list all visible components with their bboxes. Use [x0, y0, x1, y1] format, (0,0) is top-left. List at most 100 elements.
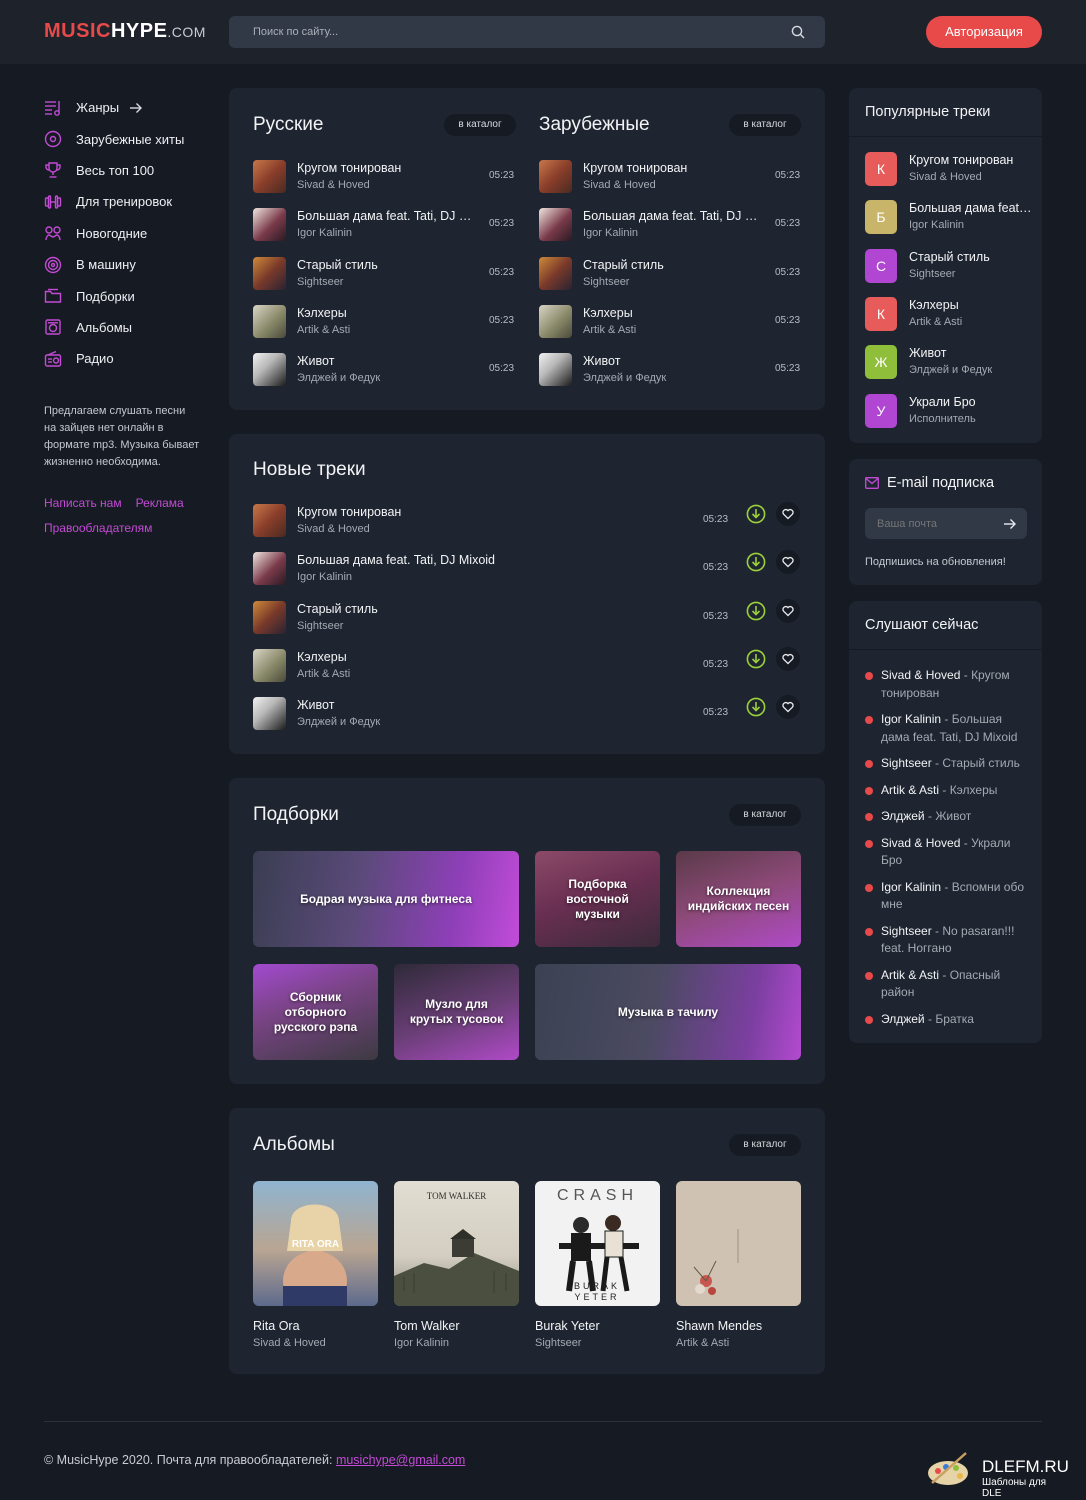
collection-tile-indian[interactable]: Коллекция индийских песен	[676, 851, 801, 947]
track-artist[interactable]: Sivad & Hoved	[297, 179, 370, 191]
popular-track-item[interactable]: К Кэлхеры Artik & Asti	[865, 296, 1033, 333]
search-input[interactable]	[229, 16, 825, 48]
listening-item[interactable]: Sightseer - No pasaran!!! feat. Ноггано	[865, 923, 1033, 958]
listening-item[interactable]: Artik & Asti - Кэлхеры	[865, 782, 1033, 800]
album-card[interactable]: BURAK YETER CRASH Burak Yeter Sightseer	[535, 1181, 660, 1349]
favorite-button[interactable]	[776, 695, 800, 720]
track-artist[interactable]: Sivad & Hoved	[909, 171, 982, 183]
sidebar-item-collections[interactable]: Подборки	[44, 280, 204, 311]
sidebar-item-albums[interactable]: Альбомы	[44, 312, 204, 343]
listening-item[interactable]: Igor Kalinin - Вспомни обо мне	[865, 879, 1033, 914]
track-artist[interactable]: Artik & Asti	[297, 668, 350, 680]
track-artist[interactable]: Исполнитель	[909, 413, 976, 425]
footer-email-link[interactable]: musichype@gmail.com	[336, 1453, 465, 1467]
track-artist[interactable]: Sivad & Hoved	[297, 523, 370, 535]
listening-item[interactable]: Artik & Asti - Опасный район	[865, 967, 1033, 1002]
track-title[interactable]: Большая дама feat. Tati, DJ Mixoid	[297, 209, 477, 223]
listening-item[interactable]: Sivad & Hoved - Украли Бро	[865, 835, 1033, 870]
sidebar-item-top100[interactable]: Весь топ 100	[44, 155, 204, 186]
collection-tile-fitness[interactable]: Бодрая музыка для фитнеса	[253, 851, 519, 947]
foreign-catalog-button[interactable]: в каталог	[729, 114, 801, 136]
track-row[interactable]: Старый стиль Sightseer 05:23	[253, 256, 515, 291]
listening-artist[interactable]: Sightseer	[881, 756, 932, 770]
track-title[interactable]: Живот	[909, 346, 1033, 360]
sidebar-item-genres[interactable]: Жанры	[44, 92, 204, 123]
listening-item[interactable]: Элджей - Братка	[865, 1011, 1033, 1029]
track-artist[interactable]: Igor Kalinin	[909, 219, 964, 231]
track-artist[interactable]: Artik & Asti	[297, 324, 350, 336]
listening-item[interactable]: Igor Kalinin - Большая дама feat. Tati, …	[865, 711, 1033, 746]
track-title[interactable]: Кэлхеры	[297, 306, 477, 320]
track-artist[interactable]: Igor Kalinin	[297, 571, 352, 583]
collection-tile-car[interactable]: Музыка в тачилу	[535, 964, 801, 1060]
album-card[interactable]: RITA ORA Rita Ora Sivad & Hoved	[253, 1181, 378, 1349]
site-logo[interactable]: MUSICHYPE.COM	[44, 20, 206, 43]
track-title[interactable]: Живот	[297, 698, 657, 712]
track-artist[interactable]: Sightseer	[909, 268, 955, 280]
link-write-us[interactable]: Написать нам	[44, 496, 122, 510]
popular-track-item[interactable]: К Кругом тонирован Sivad & Hoved	[865, 152, 1033, 188]
favorite-button[interactable]	[776, 598, 800, 623]
listening-artist[interactable]: Sightseer	[881, 924, 932, 938]
listening-artist[interactable]: Artik & Asti	[881, 783, 939, 797]
collections-catalog-button[interactable]: в каталог	[729, 804, 801, 826]
listening-artist[interactable]: Элджей	[881, 1012, 925, 1026]
listening-artist[interactable]: Artik & Asti	[881, 968, 939, 982]
favorite-button[interactable]	[776, 502, 800, 526]
russian-catalog-button[interactable]: в каталог	[444, 114, 516, 136]
track-artist[interactable]: Sightseer	[297, 620, 343, 632]
listening-item[interactable]: Sightseer - Старый стиль	[865, 755, 1033, 773]
listening-artist[interactable]: Sivad & Hoved	[881, 668, 960, 682]
track-title[interactable]: Кэлхеры	[297, 650, 657, 664]
popular-track-item[interactable]: Ж Живот Элджей и Федук	[865, 345, 1033, 381]
track-title[interactable]: Кэлхеры	[583, 306, 763, 320]
track-artist[interactable]: Artik & Asti	[909, 316, 962, 328]
collection-tile-oriental[interactable]: Подборка восточной музыки	[535, 851, 660, 947]
sidebar-item-workouts[interactable]: Для тренировок	[44, 186, 204, 217]
track-row[interactable]: Большая дама feat. Tati, DJ Mixoid Igor K…	[539, 208, 801, 242]
track-row[interactable]: Большая дама feat. Tati, DJ Mixoid Igor K…	[253, 208, 515, 242]
download-icon[interactable]	[746, 697, 766, 717]
track-row[interactable]: Кругом тонирован Sivad & Hoved 05:23	[539, 160, 801, 194]
download-icon[interactable]	[746, 552, 766, 572]
track-title[interactable]: Живот	[583, 354, 763, 368]
link-rights-holders[interactable]: Правообладателям	[44, 521, 152, 535]
search-icon[interactable]	[791, 25, 805, 39]
listening-item[interactable]: Sivad & Hoved - Кругом тонирован	[865, 667, 1033, 702]
popular-track-item[interactable]: С Старый стиль Sightseer	[865, 248, 1033, 285]
track-row[interactable]: Живот Элджей и Федук 05:23	[253, 353, 515, 387]
track-title[interactable]: Кругом тонирован	[297, 505, 657, 519]
track-row[interactable]: Кругом тонирован Sivad & Hoved 05:23	[253, 160, 515, 194]
track-row[interactable]: Кругом тонирован Sivad & Hoved 05:23	[253, 502, 801, 538]
listening-track[interactable]: Братка	[935, 1012, 974, 1026]
track-row[interactable]: Живот Элджей и Федук 05:23	[539, 353, 801, 387]
track-artist[interactable]: Элджей и Федук	[297, 716, 380, 728]
track-title[interactable]: Кругом тонирован	[583, 161, 763, 175]
listening-track[interactable]: Живот	[935, 809, 971, 823]
track-row[interactable]: Кэлхеры Artik & Asti 05:23	[253, 304, 515, 339]
track-artist[interactable]: Sivad & Hoved	[583, 179, 656, 191]
collection-tile-party[interactable]: Музло для крутых тусовок	[394, 964, 519, 1060]
track-title[interactable]: Живот	[297, 354, 477, 368]
track-row[interactable]: Старый стиль Sightseer 05:23	[539, 256, 801, 291]
track-title[interactable]: Кругом тонирован	[297, 161, 477, 175]
track-row[interactable]: Живот Элджей и Федук 05:23	[253, 695, 801, 731]
track-row[interactable]: Старый стиль Sightseer 05:23	[253, 598, 801, 635]
track-title[interactable]: Старый стиль	[297, 258, 477, 272]
album-card[interactable]: Shawn Mendes Artik & Asti	[676, 1181, 801, 1349]
track-artist[interactable]: Sightseer	[297, 276, 343, 288]
link-ads[interactable]: Реклама	[136, 496, 184, 510]
track-artist[interactable]: Элджей и Федук	[909, 364, 992, 376]
submit-arrow-icon[interactable]	[1003, 517, 1017, 531]
track-title[interactable]: Старый стиль	[583, 258, 763, 272]
track-artist[interactable]: Sightseer	[583, 276, 629, 288]
track-title[interactable]: Большая дама feat. Tati, DJ Mixoid	[583, 209, 763, 223]
track-title[interactable]: Старый стиль	[909, 250, 1033, 264]
track-artist[interactable]: Элджей и Федук	[583, 372, 666, 384]
albums-catalog-button[interactable]: в каталог	[729, 1134, 801, 1156]
track-artist[interactable]: Igor Kalinin	[583, 227, 638, 239]
listening-artist[interactable]: Igor Kalinin	[881, 880, 941, 894]
listening-artist[interactable]: Элджей	[881, 809, 925, 823]
track-title[interactable]: Большая дама feat. Tati, DJ Mixoid	[297, 553, 657, 567]
popular-track-item[interactable]: Б Большая дама feat. Tati Igor Kalinin	[865, 200, 1033, 236]
